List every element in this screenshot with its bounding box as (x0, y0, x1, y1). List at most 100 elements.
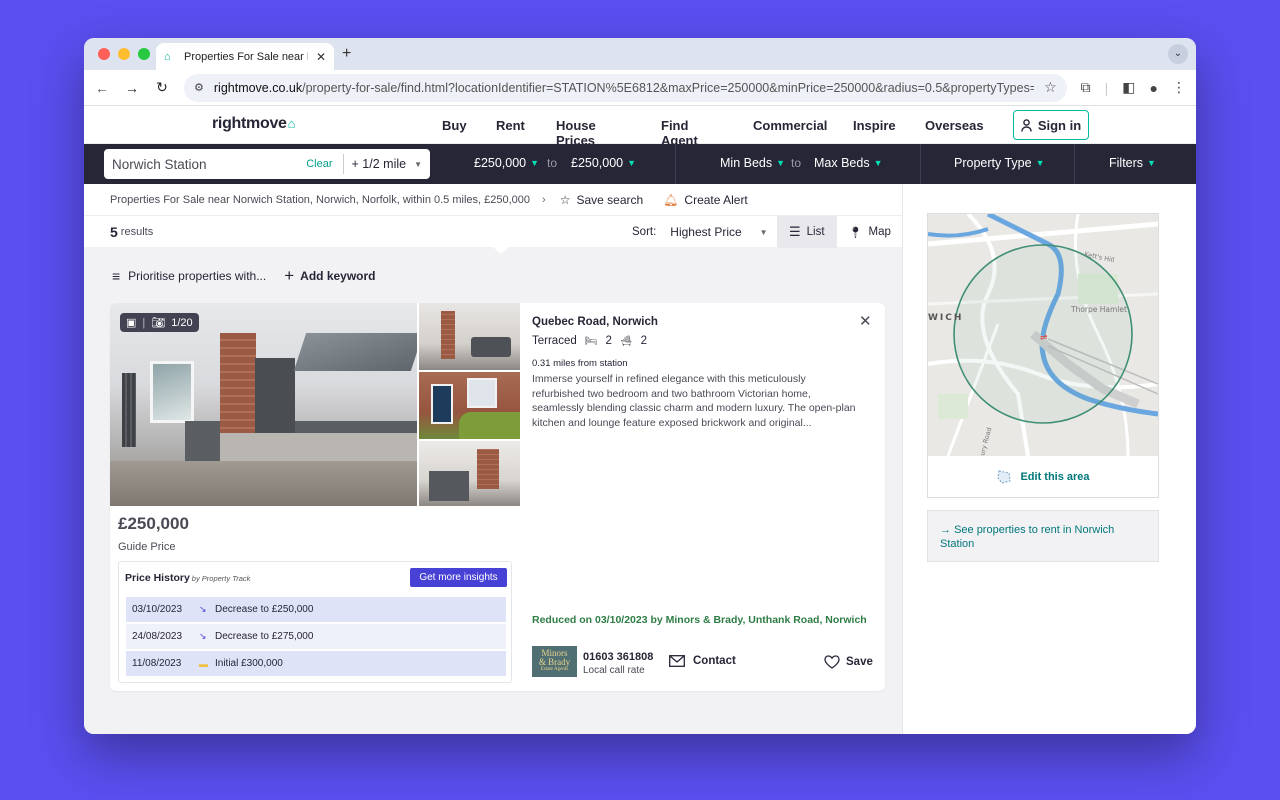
photo-brick-wall (220, 333, 256, 443)
site-settings-icon[interactable]: ⚙ (194, 81, 204, 94)
map-label-city: WICH (928, 313, 963, 323)
history-event: Initial £300,000 (215, 658, 283, 669)
get-more-insights-button[interactable]: Get more insights (410, 568, 507, 587)
rent-link-label: See properties to rent in Norwich Statio… (940, 524, 1115, 550)
thumbnail-photo[interactable] (419, 372, 520, 439)
filter-divider (1074, 144, 1075, 184)
nav-buy[interactable]: Buy (442, 118, 467, 133)
history-event: Decrease to £250,000 (215, 604, 314, 615)
extensions-icon[interactable]: ⧉ (1081, 79, 1091, 96)
profile-icon[interactable]: ● (1150, 80, 1158, 96)
min-price-value: £250,000 (474, 156, 527, 170)
prioritise-bar: ≡ Prioritise properties with... + Add key… (112, 266, 376, 286)
thumbnail-photo[interactable] (419, 303, 520, 370)
max-beds-select[interactable]: Max Beds ▼ (814, 156, 883, 170)
bookmark-star-icon[interactable]: ☆ (1044, 79, 1057, 96)
property-card[interactable]: ▣ | 📷︎ 1/20 £250,000 Guide Price Price H… (110, 303, 885, 691)
forward-icon[interactable]: → (124, 80, 140, 96)
chevron-down-icon: ▼ (1147, 158, 1156, 168)
tab-title: Properties For Sale near Nor (184, 50, 308, 63)
min-price-select[interactable]: £250,000 ▼ (474, 156, 539, 170)
back-icon[interactable]: ← (94, 80, 110, 96)
save-property-button[interactable]: Save (824, 655, 873, 669)
nav-commercial[interactable]: Commercial (753, 118, 827, 133)
filters-button[interactable]: Filters ▼ (1109, 156, 1156, 170)
property-type-select[interactable]: Property Type ▼ (954, 156, 1045, 170)
photo-floor (110, 461, 417, 506)
browser-tab[interactable]: ⌂ Properties For Sale near Nor ✕ (156, 43, 334, 70)
contact-button[interactable]: Contact (669, 655, 736, 667)
property-details: Quebec Road, Norwich ✕ Terraced 🛏︎ 2 🛁︎ … (532, 303, 885, 691)
tab-strip: ⌂ Properties For Sale near Nor ✕ + ⌄ (84, 38, 1196, 70)
close-tab-icon[interactable]: ✕ (316, 50, 326, 64)
minimize-window-button[interactable] (118, 48, 130, 60)
main-photo[interactable]: ▣ | 📷︎ 1/20 (110, 303, 417, 506)
bedroom-count: 2 (605, 335, 612, 347)
add-keyword-button[interactable]: + Add keyword (284, 266, 375, 286)
nav-inspire[interactable]: Inspire (853, 118, 896, 133)
sort-select[interactable]: Highest Price ▼ (670, 225, 767, 239)
history-event: Decrease to £275,000 (215, 631, 314, 642)
new-tab-icon[interactable]: + (342, 45, 351, 63)
filter-divider (920, 144, 921, 184)
search-area-map[interactable]: ⇌ WICH Thorpe Hamlet Kett's Hill ury Roa… (928, 214, 1158, 456)
create-alert-button[interactable]: 🔔︎ Create Alert (663, 193, 748, 207)
list-view-button[interactable]: ☰ List (777, 216, 837, 248)
nav-overseas[interactable]: Overseas (925, 118, 984, 133)
toolbar-pointer (492, 246, 510, 254)
bell-icon: 🔔︎ (663, 192, 679, 207)
reload-icon[interactable]: ↻ (154, 79, 170, 96)
url-domain: rightmove.co.uk (213, 80, 303, 95)
radius-select[interactable]: + 1/2 mile ▼ (352, 157, 422, 171)
initial-tag-icon: ▬ (199, 658, 208, 669)
agent-phone[interactable]: 01603 361808 (583, 651, 653, 663)
property-address[interactable]: Quebec Road, Norwich (532, 316, 658, 328)
photo-count-badge: ▣ | 📷︎ 1/20 (120, 313, 199, 332)
tab-search-icon[interactable]: ⌄ (1168, 44, 1188, 64)
chevron-down-icon: ▼ (759, 227, 768, 237)
address-bar[interactable]: ⚙ rightmove.co.uk/property-for-sale/find… (184, 73, 1067, 102)
rent-properties-link[interactable]: → See properties to rent in Norwich Stat… (927, 510, 1159, 562)
browser-toolbar: ← → ↻ ⚙ rightmove.co.uk/property-for-sal… (84, 70, 1196, 106)
location-input[interactable]: Norwich Station (112, 157, 306, 172)
sign-in-button[interactable]: Sign in (1013, 110, 1089, 140)
view-toggle: ☰ List 📍︎ Map (777, 216, 903, 248)
radius-value: + 1/2 mile (351, 157, 407, 171)
close-window-button[interactable] (98, 48, 110, 60)
svg-text:⇌: ⇌ (1040, 333, 1048, 343)
agent-logo[interactable]: Minors & Brady Estate Agents (532, 646, 577, 677)
map-pin-icon: 📍︎ (848, 226, 863, 239)
property-description: Immerse yourself in refined elegance wit… (532, 373, 856, 429)
map-view-button[interactable]: 📍︎ Map (837, 216, 903, 248)
property-price[interactable]: £250,000 (118, 514, 189, 534)
prioritise-label[interactable]: Prioritise properties with... (128, 269, 266, 283)
max-beds-value: Max Beds (814, 156, 870, 170)
min-beds-select[interactable]: Min Beds ▼ (720, 156, 785, 170)
edit-area-button[interactable]: Edit this area (928, 457, 1158, 497)
property-photos[interactable]: ▣ | 📷︎ 1/20 (110, 303, 520, 506)
add-keyword-label: Add keyword (300, 269, 376, 283)
price-history-title: Price History by Property Track (125, 572, 250, 584)
maximize-window-button[interactable] (138, 48, 150, 60)
bed-icon: 🛏︎ (584, 335, 598, 347)
nav-rent[interactable]: Rent (496, 118, 525, 133)
property-type: Terraced (532, 335, 577, 347)
hide-property-icon[interactable]: ✕ (859, 312, 872, 330)
property-info: Terraced 🛏︎ 2 🛁︎ 2 (532, 335, 647, 347)
toolbar-divider: | (1104, 79, 1109, 96)
breadcrumb-text: Properties For Sale near Norwich Station… (110, 193, 531, 206)
clear-location-button[interactable]: Clear (306, 158, 332, 170)
browser-menu-icon[interactable]: ⋮ (1172, 79, 1186, 96)
call-rate: Local call rate (583, 665, 645, 676)
bathroom-count: 2 (640, 335, 647, 347)
map-panel: ⇌ WICH Thorpe Hamlet Kett's Hill ury Roa… (927, 213, 1159, 498)
thumbnail-photo[interactable] (419, 441, 520, 506)
url-text[interactable]: rightmove.co.uk/property-for-sale/find.h… (214, 81, 1034, 95)
side-panel-icon[interactable]: ◧ (1122, 79, 1135, 96)
save-search-button[interactable]: ☆ Save search (560, 193, 643, 207)
location-divider (342, 154, 344, 174)
max-price-select[interactable]: £250,000 ▼ (571, 156, 636, 170)
sign-in-label: Sign in (1037, 117, 1082, 133)
location-search-box[interactable]: Norwich Station Clear + 1/2 mile ▼ (104, 149, 430, 179)
rightmove-logo[interactable]: rightmove⌂ (212, 115, 296, 133)
